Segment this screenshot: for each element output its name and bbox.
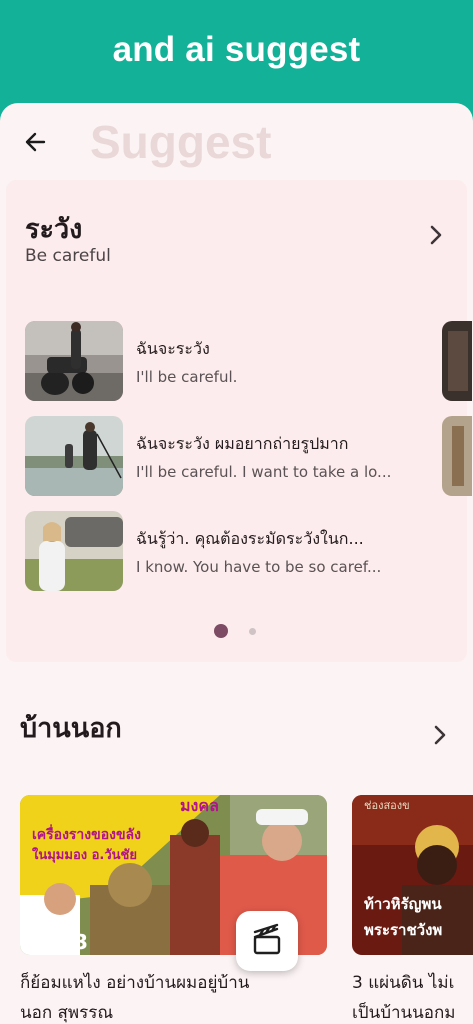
peek-thumbnail bbox=[442, 321, 472, 401]
item-english-text: I'll be careful. bbox=[136, 368, 238, 386]
section-title: บ้านนอก bbox=[20, 713, 122, 744]
video-card[interactable]: ช่องสองข ท้าวหิรัญพน พระราชวังพ bbox=[352, 795, 473, 955]
video-caption[interactable]: ก็ย้อมแหไง อย่างบ้านผมอยู่บ้าน นอก สุพรร… bbox=[20, 968, 325, 1024]
poster-text: ช่องสองข bbox=[364, 799, 410, 812]
chevron-right-icon bbox=[430, 225, 442, 245]
caption-line: ก็ย้อมแหไง อย่างบ้านผมอยู่บ้าน bbox=[20, 973, 250, 993]
list-item[interactable]: ฉันรู้ว่า. คุณต้องระมัดระวังในก... I kno… bbox=[25, 511, 445, 591]
list-item[interactable]: ฉันจะระวัง ผมอยากถ่ายรูปมาก I'll be care… bbox=[25, 416, 445, 496]
card-title: ระวัง bbox=[25, 214, 83, 245]
poster-text: มงคล bbox=[180, 796, 219, 815]
app-banner: and ai suggest bbox=[0, 0, 473, 110]
card-more-button[interactable] bbox=[424, 223, 448, 247]
arrow-left-icon bbox=[25, 132, 46, 152]
video-thumbnail: ช่องสองข ท้าวหิรัญพน พระราชวังพ bbox=[352, 795, 473, 955]
suggest-card: ระวัง Be careful ฉันจะระวัง I'll be care… bbox=[6, 180, 472, 662]
poster-text: ท้าวหิรัญพน bbox=[364, 895, 442, 913]
poster-text: ในมุมมอง อ.วันชัย bbox=[32, 846, 137, 863]
item-english-text: I know. You have to be so caref... bbox=[136, 558, 382, 576]
thumbnail-image bbox=[25, 416, 123, 496]
episode-label: EP.13 bbox=[28, 930, 88, 954]
content-sheet: Suggest ระวัง Be careful ฉันจะระวัง I'll… bbox=[0, 103, 473, 1024]
list-item[interactable]: ฉันจะระวัง I'll be careful. bbox=[25, 321, 445, 401]
chevron-right-icon bbox=[434, 725, 446, 745]
caption-line: 3 แผ่นดิน ไม่เ bbox=[352, 973, 455, 993]
peek-thumbnail bbox=[442, 416, 472, 496]
banner-title: and ai suggest bbox=[112, 30, 361, 69]
section-more-button[interactable] bbox=[428, 723, 452, 747]
poster-text: เครื่องรางของขลัง bbox=[32, 824, 141, 843]
item-english-text: I'll be careful. I want to take a lo... bbox=[136, 463, 392, 481]
page-indicator[interactable] bbox=[249, 628, 256, 635]
page-title: Suggest bbox=[90, 116, 272, 168]
video-fab-button[interactable] bbox=[236, 911, 298, 971]
caption-line: เป็นบ้านนอกม bbox=[352, 1003, 456, 1023]
card-subtitle: Be careful bbox=[25, 246, 111, 266]
item-thai-text: ฉันจะระวัง ผมอยากถ่ายรูปมาก bbox=[136, 434, 349, 453]
clapperboard-icon bbox=[253, 923, 281, 955]
back-button[interactable] bbox=[18, 124, 54, 160]
page-indicator-active[interactable] bbox=[214, 624, 228, 638]
poster-text: พระราชวังพ bbox=[364, 921, 442, 939]
item-thai-text: ฉันจะระวัง bbox=[136, 339, 210, 358]
caption-line: นอก สุพรรณ bbox=[20, 1003, 114, 1023]
thumbnail-image bbox=[25, 321, 123, 401]
video-caption[interactable]: 3 แผ่นดิน ไม่เ เป็นบ้านนอกม bbox=[352, 968, 473, 1024]
item-thai-text: ฉันรู้ว่า. คุณต้องระมัดระวังในก... bbox=[136, 529, 364, 548]
thumbnail-image bbox=[25, 511, 123, 591]
